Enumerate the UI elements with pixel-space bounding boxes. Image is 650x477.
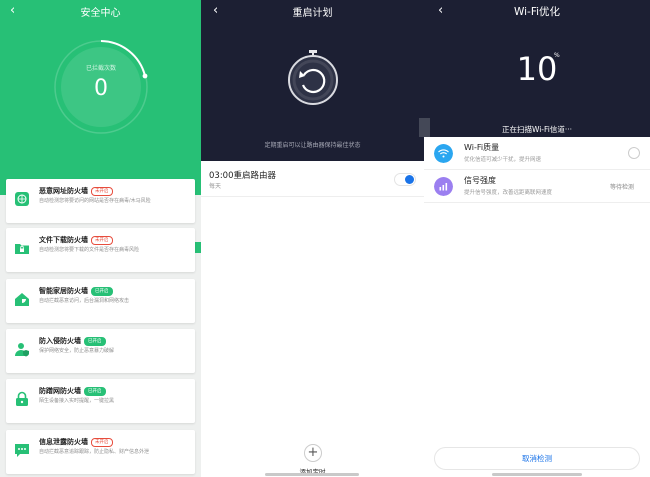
wifi-quality-row[interactable]: Wi-Fi质量 优化信道可减少干扰，提升网速 [424,138,650,170]
status-badge: 未开启 [91,187,113,196]
lock-icon [16,391,28,406]
card-title: 防入侵防火墙 已开启 [39,336,106,346]
chat-bubble-icon [15,444,29,457]
smart-home-icon [15,293,29,306]
card-description: 自动检测您将要下载的文件是否存在病毒风险 [39,247,140,253]
page-title: 重启计划 [292,8,333,19]
row-description: 提升信号强度，改善远距离联网速度 [464,190,553,196]
firewall-card-smart-home[interactable]: 智能家居防火墙 已开启 自动拦截恶意访问，后台漏洞和网络攻击 [6,279,195,323]
page-title: Wi-Fi优化 [513,6,561,18]
scan-progress-value: 10 [516,50,558,88]
security-center-screen: ‹ 安全中心 已拦截次数 0 恶意网址防火墙 未开启 自动检测您将要访问的网站是否… [0,0,201,477]
signal-bars-icon [434,177,453,196]
home-indicator [265,473,359,476]
firewall-card-intrusion[interactable]: 防入侵防火墙 已开启 保护网络安全，防止恶意暴力破解 [6,329,195,373]
schedule-repeat: 每天 [209,183,222,190]
schedule-time: 03:00重启路由器 [209,171,276,181]
globe-shield-icon [15,192,29,206]
scan-status: 正在扫描Wi-Fi信道··· [501,125,573,134]
firewall-card-file-download[interactable]: 文件下载防火墙 未开启 自动检测您将要下载的文件是否存在病毒风险 [6,228,195,272]
status-badge: 未开启 [91,438,113,447]
card-title: 恶意网址防火墙 未开启 [39,186,113,196]
blocked-count-label: 已拦截次数 [85,65,116,72]
cancel-detection-button[interactable]: 取消检测 [434,447,640,470]
status-badge: 未开启 [91,236,113,245]
restart-hint: 定期重启可以让路由器保持最佳状态 [264,142,361,149]
folder-lock-icon [15,244,29,254]
row-status: 等待检测 [610,184,635,191]
home-indicator [492,473,582,476]
user-shield-icon [15,343,29,357]
status-badge: 已开启 [91,287,113,296]
row-description: 优化信道可减少干扰，提升网速 [464,157,542,163]
card-title: 信息泄露防火墙 未开启 [39,437,113,447]
firewall-card-malicious-url[interactable]: 恶意网址防火墙 未开启 自动检测您将要访问的网站是否存在病毒/木马风险 [6,179,195,223]
card-description: 陌生设备接入实时提醒，一键拉黑 [39,398,115,404]
card-description: 保护网络安全，防止恶意暴力破解 [39,348,115,354]
percent-sign: % [554,52,560,59]
card-title: 智能家居防火墙 已开启 [39,286,113,296]
restart-schedule-screen: ‹ 重启计划 定期重启可以让路由器保持最佳状态 03:00重启路由器 每天 + … [201,0,424,477]
stopwatch-refresh-icon [288,50,338,105]
status-radio [628,147,640,159]
card-title: 防蹭网防火墙 已开启 [39,386,106,396]
firewall-card-anti-leech[interactable]: 防蹭网防火墙 已开启 陌生设备接入实时提醒，一键拉黑 [6,379,195,423]
toggle-knob [405,175,414,184]
row-title: Wi-Fi质量 [464,143,500,152]
blocked-count-value: 0 [94,76,108,101]
card-title: 文件下载防火墙 未开启 [39,235,113,245]
card-description: 自动拦截恶意追踪跟踪，防止隐私、财产信息外泄 [39,449,150,455]
plus-icon[interactable]: + [304,444,322,462]
wifi-icon [434,144,453,163]
schedule-row[interactable]: 03:00重启路由器 每天 [201,165,424,197]
status-badge: 已开启 [84,387,106,396]
card-description: 自动检测您将要访问的网站是否存在病毒/木马风险 [39,198,151,204]
schedule-toggle[interactable] [394,173,416,186]
page-title: 安全中心 [80,8,121,19]
wifi-optimize-screen: ‹ Wi-Fi优化 10 % 正在扫描Wi-Fi信道··· Wi-Fi质量 优化… [424,0,650,477]
card-description: 自动拦截恶意访问，后台漏洞和网络攻击 [39,298,130,304]
status-badge: 已开启 [84,337,106,346]
firewall-card-info-leak[interactable]: 信息泄露防火墙 未开启 自动拦截恶意追踪跟踪，防止隐私、财产信息外泄 [6,430,195,474]
row-title: 信号强度 [464,176,496,185]
signal-strength-row[interactable]: 信号强度 提升信号强度，改善远距离联网速度 等待检测 [424,171,650,203]
